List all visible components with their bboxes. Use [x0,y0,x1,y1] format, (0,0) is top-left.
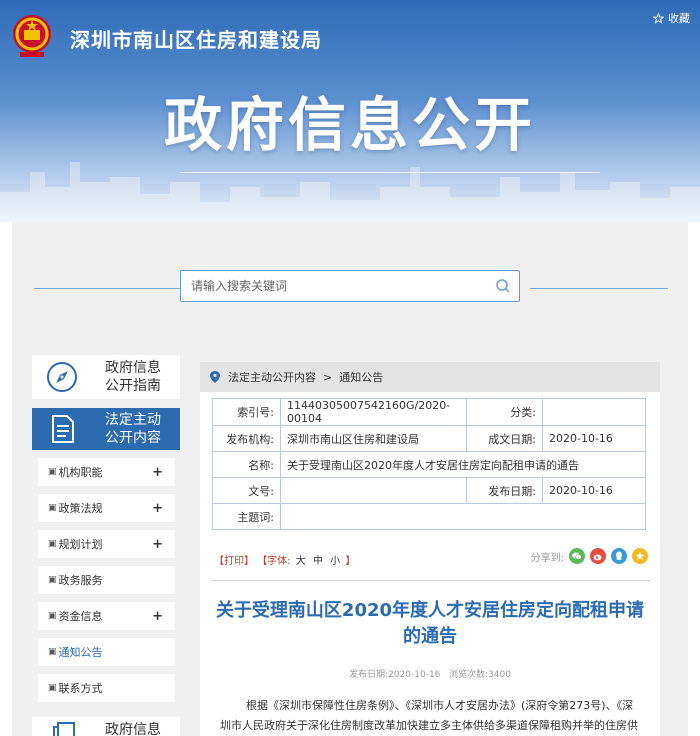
created-date-label: 成文日期: [466,425,543,452]
search-area [12,270,688,306]
article-toolbar: 【打印】 【字体: 大 中 小 】 分享到: [214,548,648,570]
sidebar-card-guide[interactable]: 政府信息 公开指南 [32,355,180,399]
subject-label: 主题词: [212,503,281,530]
sidebar-card-label: 法定主动 公开内容 [105,412,161,446]
sidebar-item-services[interactable]: ▣ 政务服务 [38,566,175,594]
name-value: 关于受理南山区2020年度人才安居住房定向配租申请的通告 [280,451,646,478]
font-size-prefix: 【字体: [257,556,291,567]
national-emblem-icon [13,15,51,57]
article-view-count: 浏览次数:3400 [449,670,511,680]
font-large-button[interactable]: 大 [296,556,306,567]
expand-icon[interactable]: + [152,501,163,516]
category-value [542,398,646,426]
subject-value [280,503,646,530]
sidebar-item-org-functions[interactable]: ▣ 机构职能 + [38,458,175,486]
sidebar-card-mandatory[interactable]: 法定主动 公开内容 [32,408,180,450]
table-row: 索引号: 11440305007542160G/2020-00104 分类: [212,398,646,426]
document-icon: ▣ [48,647,57,657]
search-icon[interactable] [495,278,511,294]
banner-divider [180,172,600,173]
search-left-line [34,288,182,289]
header-banner: 深圳市南山区住房和建设局 收藏 政府信息公开 [0,0,700,222]
breadcrumb: 法定主动公开内容 > 通知公告 [200,362,660,392]
publisher-value: 深圳市南山区住房和建设局 [280,425,467,452]
favorite-label: 收藏 [668,12,690,25]
publish-date-value: 2020-10-16 [542,477,646,504]
document-icon: ▣ [48,467,57,477]
table-row: 文号: 发布日期: 2020-10-16 [212,477,646,504]
weibo-icon[interactable] [590,548,606,564]
article-title: 关于受理南山区2020年度人才安居住房定向配租申请的通告 [215,600,645,647]
created-date-value: 2020-10-16 [542,425,646,452]
doc-number-label: 文号: [212,477,281,504]
sidebar-item-policies[interactable]: ▣ 政策法规 + [38,494,175,522]
index-label: 索引号: [212,398,281,426]
table-row: 主题词: [212,503,646,530]
document-icon: ▣ [48,539,57,549]
name-label: 名称: [212,451,281,478]
document-stack-icon [53,722,75,736]
wechat-icon[interactable] [569,548,585,564]
breadcrumb-mandatory[interactable]: 法定主动公开内容 [228,369,316,385]
sidebar-card-info[interactable]: 政府信息 [32,717,180,736]
main-panel: 政府信息 公开指南 法定主动 公开内容 ▣ 机构职能 + ▣ 政策法规 + ▣ … [12,222,688,736]
font-small-button[interactable]: 小 [330,556,340,567]
share-label: 分享到: [530,552,564,564]
document-meta-table: 索引号: 11440305007542160G/2020-00104 分类: 发… [212,398,646,530]
location-pin-icon [210,371,220,383]
doc-number-value [280,477,467,504]
sidebar-card-label: 政府信息 公开指南 [105,360,161,394]
expand-icon[interactable]: + [152,537,163,552]
publisher-label: 发布机构: [212,425,281,452]
search-box [180,270,520,302]
content-divider [212,580,650,581]
banner-title: 政府信息公开 [163,91,536,159]
toolbar-left: 【打印】 【字体: 大 中 小 】 [214,552,355,567]
qzone-icon[interactable] [632,548,648,564]
content-area: 索引号: 11440305007542160G/2020-00104 分类: 发… [200,392,660,736]
favorite-button[interactable]: 收藏 [653,10,690,26]
table-row: 名称: 关于受理南山区2020年度人才安居住房定向配租申请的通告 [212,451,646,478]
category-label: 分类: [466,398,543,426]
table-row: 发布机构: 深圳市南山区住房和建设局 成文日期: 2020-10-16 [212,425,646,452]
document-icon: ▣ [48,611,57,621]
sidebar-card-label: 政府信息 [105,722,161,736]
sidebar-item-notices[interactable]: ▣ 通知公告 [38,638,175,666]
site-title: 深圳市南山区住房和建设局 [70,28,322,52]
document-icon: ▣ [48,503,57,513]
article-meta: 发布日期:2020-10-16 浏览次数:3400 [212,667,648,680]
font-medium-button[interactable]: 中 [313,556,323,567]
sidebar-item-funds[interactable]: ▣ 资金信息 + [38,602,175,630]
document-icon [52,415,74,443]
search-input[interactable] [181,271,471,301]
search-right-line [530,288,668,289]
print-button[interactable]: 【打印】 [214,556,254,567]
article-publish-date: 发布日期:2020-10-16 [349,670,441,680]
font-size-suffix: 】 [345,556,356,567]
document-icon: ▣ [48,683,57,693]
expand-icon[interactable]: + [152,465,163,480]
expand-icon[interactable]: + [152,609,163,624]
index-value: 11440305007542160G/2020-00104 [280,398,467,426]
compass-icon [47,362,77,392]
sidebar-item-plans[interactable]: ▣ 规划计划 + [38,530,175,558]
breadcrumb-separator: > [323,370,333,384]
share-bar: 分享到: [531,548,648,564]
article-body: 根据《深圳市保障性住房条例》、《深圳市人才安居办法》(深府令第273号)、《深圳… [220,699,638,732]
qq-icon[interactable] [611,548,627,564]
document-icon: ▣ [48,575,57,585]
sidebar-item-contact[interactable]: ▣ 联系方式 [38,674,175,702]
publish-date-label: 发布日期: [466,477,543,504]
star-icon [653,12,664,24]
breadcrumb-notices[interactable]: 通知公告 [339,369,383,385]
